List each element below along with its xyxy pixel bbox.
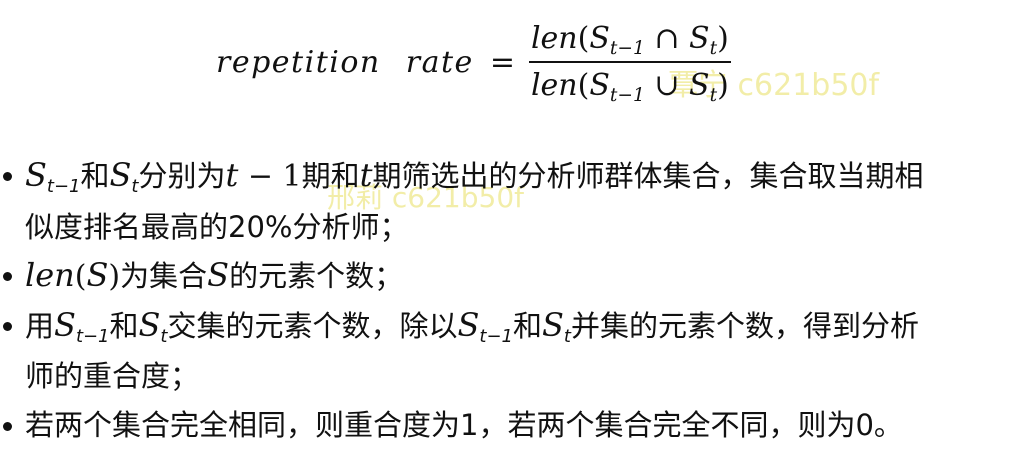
subscript: t [709,37,718,59]
set-s: S [109,156,132,194]
set-s: S [86,256,109,294]
variable-t: t [359,156,373,194]
subscript: t−1 [479,325,513,347]
paren-close: ) [717,20,729,56]
text-segment: 交集的元素个数，除以 [167,309,458,343]
subscript: t [563,325,571,347]
text-segment: 和 [512,309,542,343]
bullet-dot [3,322,12,331]
text-segment: 期和 [301,159,360,193]
fraction-bar [528,60,731,63]
set-s: S [689,67,710,103]
text-segment: 若两个集合完全相同，则重合度为1，若两个集合完全不同，则为0。 [25,408,903,442]
list-item-text: len(S)为集合S的元素个数； [25,250,1000,302]
set-s: S [54,306,76,344]
text-segment: 并集的元素个数，得到分析 [570,309,919,343]
text-segment: 和 [109,309,139,343]
union-operator: ∪ [654,67,680,103]
subscript: t−1 [609,37,645,59]
set-s: S [589,20,610,56]
paren-open: ( [74,259,87,294]
set-s: S [589,67,610,103]
list-item: 若两个集合完全相同，则重合度为1，若两个集合完全不同，则为0。 [0,400,1000,450]
text-segment: 似度排名最高的20%分析师； [25,210,409,244]
bullet-dot [3,272,12,281]
list-item-text: St−1和St分别为t − 1期和t期筛选出的分析师群体集合，集合取当期相 似度排… [25,150,1000,252]
set-s: S [457,306,480,344]
set-s: S [541,306,564,344]
set-s: S [207,256,230,294]
set-s: S [25,156,47,194]
subscript: t−1 [46,175,81,197]
paren-open: ( [577,67,590,103]
paren-close: ) [717,67,729,103]
subscript: t−1 [609,84,645,106]
formula-denominator: len(St−1 ∪ St) [529,66,731,106]
list-item: St−1和St分别为t − 1期和t期筛选出的分析师群体集合，集合取当期相 似度排… [0,150,1000,250]
formula-equals: = [489,44,515,80]
bullet-dot [3,172,12,181]
bullet-dot [3,422,12,431]
text-segment: 用 [25,309,55,343]
list-item: 用St−1和St交集的元素个数，除以St−1和St并集的元素个数，得到分析 师的重… [0,300,1000,400]
text-segment: 的元素个数； [229,259,404,293]
paren-close: ) [108,259,121,294]
subscript: t [709,84,718,106]
list-item-text: 用St−1和St交集的元素个数，除以St−1和St并集的元素个数，得到分析 师的重… [25,300,1000,401]
text-segment: 分别为 [138,159,226,193]
set-s: S [689,20,710,56]
list-item-text: 若两个集合完全相同，则重合度为1，若两个集合完全不同，则为0。 [25,400,1000,450]
paren-open: ( [577,20,590,56]
text-segment: 师的重合度； [25,359,200,393]
fn-len: len [530,67,578,103]
minus-sign: − [238,159,283,194]
repetition-rate-formula: repetition rate = len(St−1 ∩ St) len(St−… [216,14,731,110]
fn-len: len [25,256,75,294]
text-segment: 和 [80,159,110,193]
intersection-operator: ∩ [654,20,680,56]
number: 1 [282,159,302,194]
variable-t: t [225,156,239,194]
text-segment: 为集合 [120,259,208,293]
formula-fraction: len(St−1 ∩ St) len(St−1 ∪ St) [528,19,731,106]
subscript: t−1 [75,325,110,347]
set-s: S [138,306,161,344]
document-page: 覃宁 c621b50f 邢莉 c621b50f repetition rate … [0,0,1015,448]
fn-len: len [530,20,578,56]
formula-lhs: repetition rate [216,44,474,80]
text-segment: 期筛选出的分析师群体集合，集合取当期相 [372,159,924,193]
formula-numerator: len(St−1 ∩ St) [529,19,731,59]
list-item: len(S)为集合S的元素个数； [0,250,1000,300]
